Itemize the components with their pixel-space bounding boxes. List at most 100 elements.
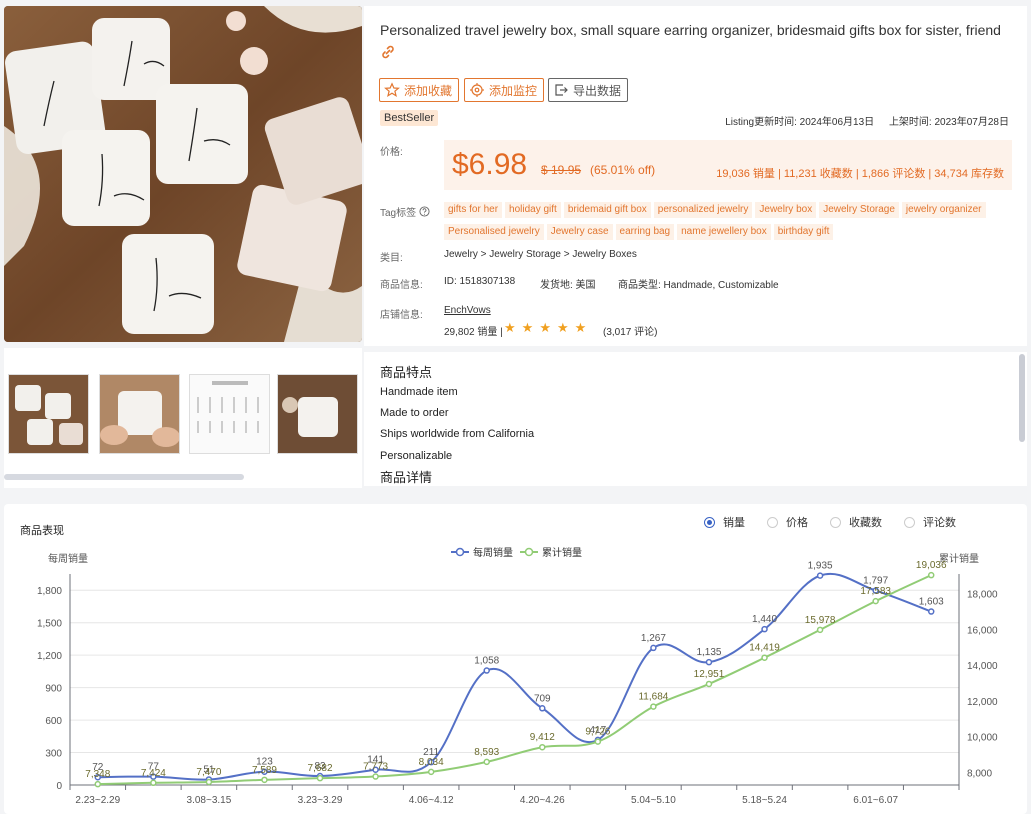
tag-chip[interactable]: bridemaid gift box (563, 202, 651, 218)
data-point (150, 779, 157, 787)
link-icon[interactable] (380, 44, 396, 65)
tag-label: Tag标签 (380, 208, 417, 219)
data-label: 7,424 (141, 768, 166, 779)
tag-chip[interactable]: holiday gift (505, 202, 561, 218)
data-label: 1,935 (808, 561, 833, 572)
data-point (705, 658, 713, 666)
data-point (927, 571, 935, 579)
thumbnail-2[interactable] (99, 374, 180, 454)
tag-chip[interactable]: earring bag (615, 224, 675, 240)
data-label: 9,412 (530, 732, 555, 743)
metric-radio-label: 评论数 (923, 517, 956, 529)
shop-sales: 29,802 销量 | (444, 327, 503, 338)
y2-tick-label: 10,000 (967, 733, 998, 744)
details-heading: 商品详情 (380, 470, 433, 485)
tag-chip[interactable]: Jewelry box (755, 202, 817, 218)
tag-chip[interactable]: Jewelry case (546, 224, 613, 240)
price-label: 价格: (380, 147, 403, 158)
data-point (205, 778, 213, 786)
star-outline-icon (384, 82, 400, 97)
x-tick-label: 5.04~5.10 (631, 795, 676, 806)
thumbnail-1[interactable] (8, 374, 89, 454)
shop-name-link[interactable]: EnchVows (444, 305, 491, 316)
x-tick-label: 4.06~4.12 (409, 795, 454, 806)
thumbnail-3[interactable] (189, 374, 270, 454)
data-point (316, 774, 324, 782)
legend-marker-0 (455, 547, 465, 557)
data-label: 17,583 (860, 586, 891, 597)
y-tick-label: 1,500 (37, 619, 62, 630)
y2-tick-label: 16,000 (967, 625, 998, 636)
data-point (650, 644, 657, 652)
data-point (927, 608, 935, 615)
listing-dates: Listing更新时间: 2024年06月13日 上架时间: 2023年07月2… (713, 113, 1009, 128)
tag-chip[interactable]: gifts for her (444, 202, 503, 218)
x-tick-label: 3.23~3.29 (298, 795, 343, 806)
data-point (816, 626, 824, 634)
sales-stats: 19,036 销量 | 11,231 收藏数 | 1,866 评论数 | 34,… (716, 168, 1004, 180)
category-label: 类目: (380, 253, 403, 264)
metric-radio-3[interactable]: 评论数 (904, 514, 956, 530)
add-favorite-button[interactable]: 添加收藏 (379, 78, 460, 102)
data-point (94, 780, 102, 788)
thumbnail-4[interactable] (277, 374, 358, 454)
data-label: 1,440 (752, 614, 777, 625)
data-label: 8,034 (419, 757, 444, 768)
data-label: 1,267 (641, 633, 666, 644)
tag-list: gifts for her holiday gift bridemaid gift … (444, 199, 1024, 243)
data-label: 1,058 (474, 656, 499, 667)
y-tick-label: 300 (45, 749, 62, 760)
original-price: $ 19.95 (541, 163, 582, 177)
star-icon: ★ (539, 320, 551, 335)
tag-chip[interactable]: birthday gift (773, 224, 834, 240)
metric-radio-group: 销量 价格 收藏数 评论数 (704, 514, 956, 530)
data-point (261, 776, 268, 784)
tag-chip[interactable]: name jewellery box (677, 224, 771, 240)
data-point (650, 703, 657, 710)
review-count: (3,017 评论) (603, 327, 658, 338)
data-label: 11,684 (638, 692, 668, 703)
features-panel: 商品特点 Handmade item Made to order Ships w… (364, 352, 1027, 486)
target-icon (470, 83, 484, 97)
product-title: Personalized travel jewelry box, small s… (380, 22, 1001, 38)
info-label: 商品信息: (380, 280, 423, 291)
metric-radio-label: 价格 (786, 517, 808, 529)
data-point (816, 572, 824, 579)
feature-item: Personalizable (380, 450, 453, 462)
tag-chip[interactable]: jewelry organizer (901, 202, 986, 218)
feature-item: Ships worldwide from California (380, 428, 535, 440)
data-label: 7,589 (252, 765, 277, 776)
data-point (539, 705, 546, 712)
features-heading: 商品特点 (380, 365, 433, 380)
add-monitor-button[interactable]: 添加监控 (464, 78, 545, 102)
metric-radio-1[interactable]: 价格 (767, 514, 808, 530)
data-label: 1,135 (696, 647, 721, 658)
data-label: 7,348 (85, 769, 110, 780)
series-line-0 (97, 572, 932, 781)
tag-chip[interactable]: personalized jewelry (653, 202, 753, 218)
radio-unchecked-icon (830, 516, 841, 528)
category-path[interactable]: Jewelry > Jewelry Storage > Jewelry Boxe… (444, 249, 637, 260)
export-data-button[interactable]: 导出数据 (548, 78, 629, 102)
bestseller-badge: BestSeller (380, 110, 439, 126)
listing-updated: Listing更新时间: 2024年06月13日 (725, 117, 875, 128)
features-scrollbar[interactable] (1019, 354, 1025, 442)
legend-marker-1 (524, 547, 534, 557)
thumbnail-strip (4, 348, 362, 488)
thumbnail-scrollbar[interactable] (4, 474, 244, 480)
radio-checked-icon (704, 516, 715, 528)
tag-chip[interactable]: Personalised jewelry (444, 224, 544, 240)
tag-chip[interactable]: Jewelry Storage (819, 202, 899, 218)
metric-radio-2[interactable]: 收藏数 (830, 514, 882, 530)
data-label: 15,978 (805, 615, 836, 626)
metric-radio-0[interactable]: 销量 (704, 514, 745, 530)
feature-item: Handmade item (380, 386, 458, 398)
help-icon[interactable] (419, 204, 430, 222)
product-main-image[interactable] (4, 6, 362, 342)
star-icon: ★ (574, 320, 587, 335)
ship-origin: 发货地: 美国 (540, 280, 596, 291)
data-point (705, 680, 713, 688)
y-tick-label: 0 (56, 781, 62, 792)
y2-tick-label: 18,000 (967, 590, 998, 601)
product-id: ID: 1518307138 (444, 276, 516, 287)
